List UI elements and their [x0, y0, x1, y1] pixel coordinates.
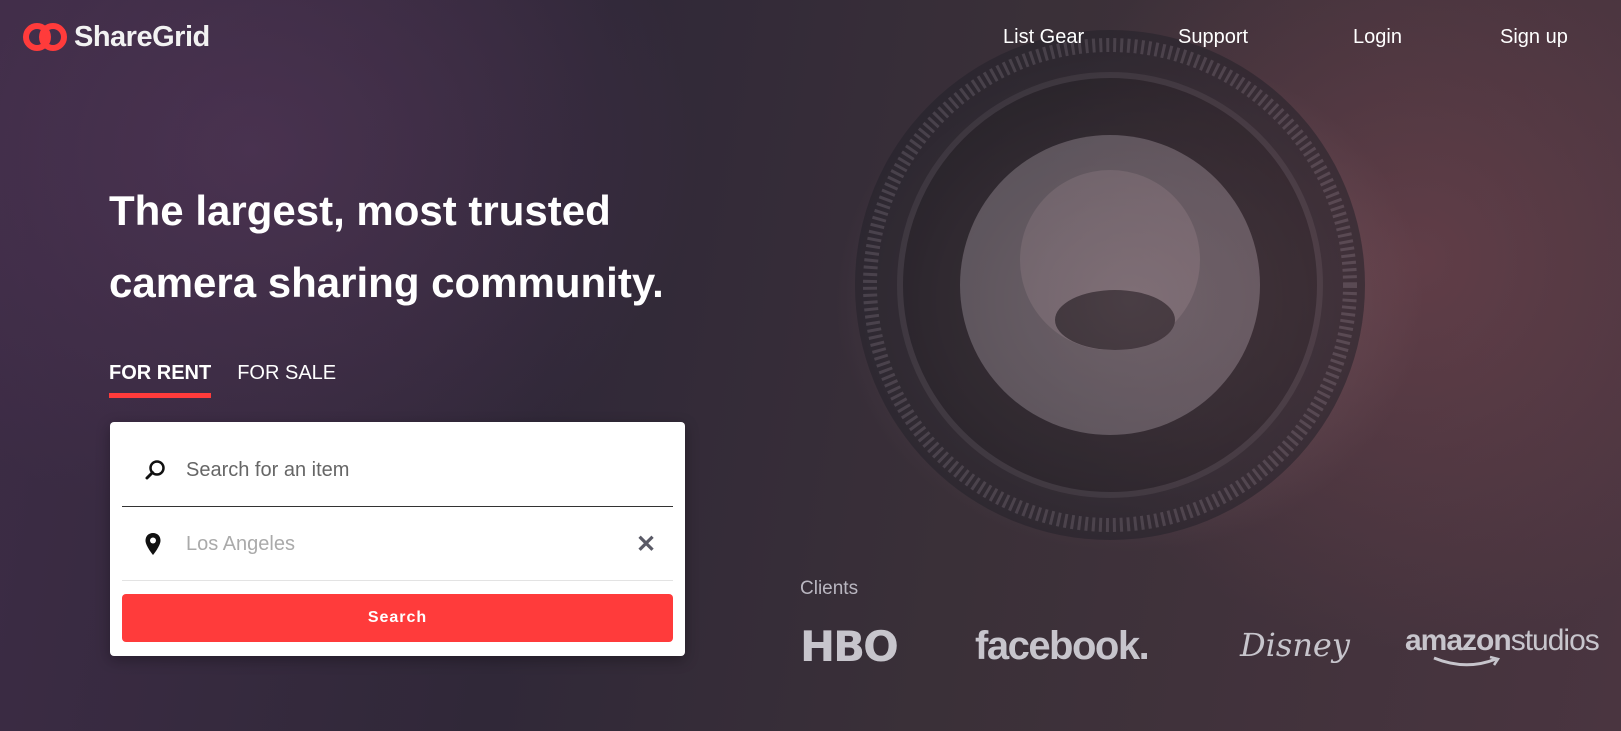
nav-signup-link[interactable]: Sign up: [1500, 26, 1568, 48]
hero-headline-line2: camera sharing community.: [109, 259, 664, 306]
item-search-row: [122, 434, 673, 507]
nav-support[interactable]: Support: [1178, 26, 1248, 49]
brand-logo[interactable]: ShareGrid: [22, 20, 210, 54]
nav-login-link[interactable]: Login: [1353, 26, 1402, 48]
amazon-studios-logo: amazonstudios: [1405, 624, 1600, 658]
listing-type-tabs: FOR RENT FOR SALE: [109, 362, 336, 398]
clients-label: Clients: [800, 578, 859, 599]
sharegrid-logo-icon: [23, 23, 67, 51]
nav-list-gear-link[interactable]: List Gear: [1003, 26, 1084, 48]
nav-support-link[interactable]: Support: [1178, 26, 1248, 48]
tab-for-sale[interactable]: FOR SALE: [237, 362, 336, 398]
search-card: ✕ Search: [110, 422, 685, 656]
location-row: ✕: [122, 508, 673, 581]
map-pin-icon: [144, 532, 184, 556]
amazon-logo-word: amazon: [1405, 624, 1512, 657]
hbo-logo: HBO: [800, 622, 899, 671]
studios-logo-word: studios: [1510, 624, 1600, 657]
search-button[interactable]: Search: [122, 594, 673, 642]
nav-list-gear[interactable]: List Gear: [1003, 26, 1084, 49]
camera-lens-background-image: [855, 30, 1365, 540]
nav-signup[interactable]: Sign up: [1500, 26, 1568, 49]
hero-headline-line1: The largest, most trusted: [109, 187, 611, 234]
amazon-smile-icon: [1433, 655, 1501, 667]
nav-login[interactable]: Login: [1353, 26, 1402, 49]
top-navigation-bar: ShareGrid List Gear Support Login Sign u…: [0, 0, 1621, 78]
hero-headline: The largest, most trusted camera sharing…: [109, 175, 759, 319]
item-search-input[interactable]: [184, 449, 673, 491]
location-input[interactable]: [184, 523, 631, 565]
disney-logo: Disney: [1240, 626, 1350, 664]
facebook-logo: facebook.: [975, 624, 1150, 668]
tab-for-rent[interactable]: FOR RENT: [109, 362, 212, 398]
search-icon: [144, 459, 184, 481]
brand-name: ShareGrid: [74, 20, 210, 53]
close-icon[interactable]: ✕: [631, 530, 661, 559]
